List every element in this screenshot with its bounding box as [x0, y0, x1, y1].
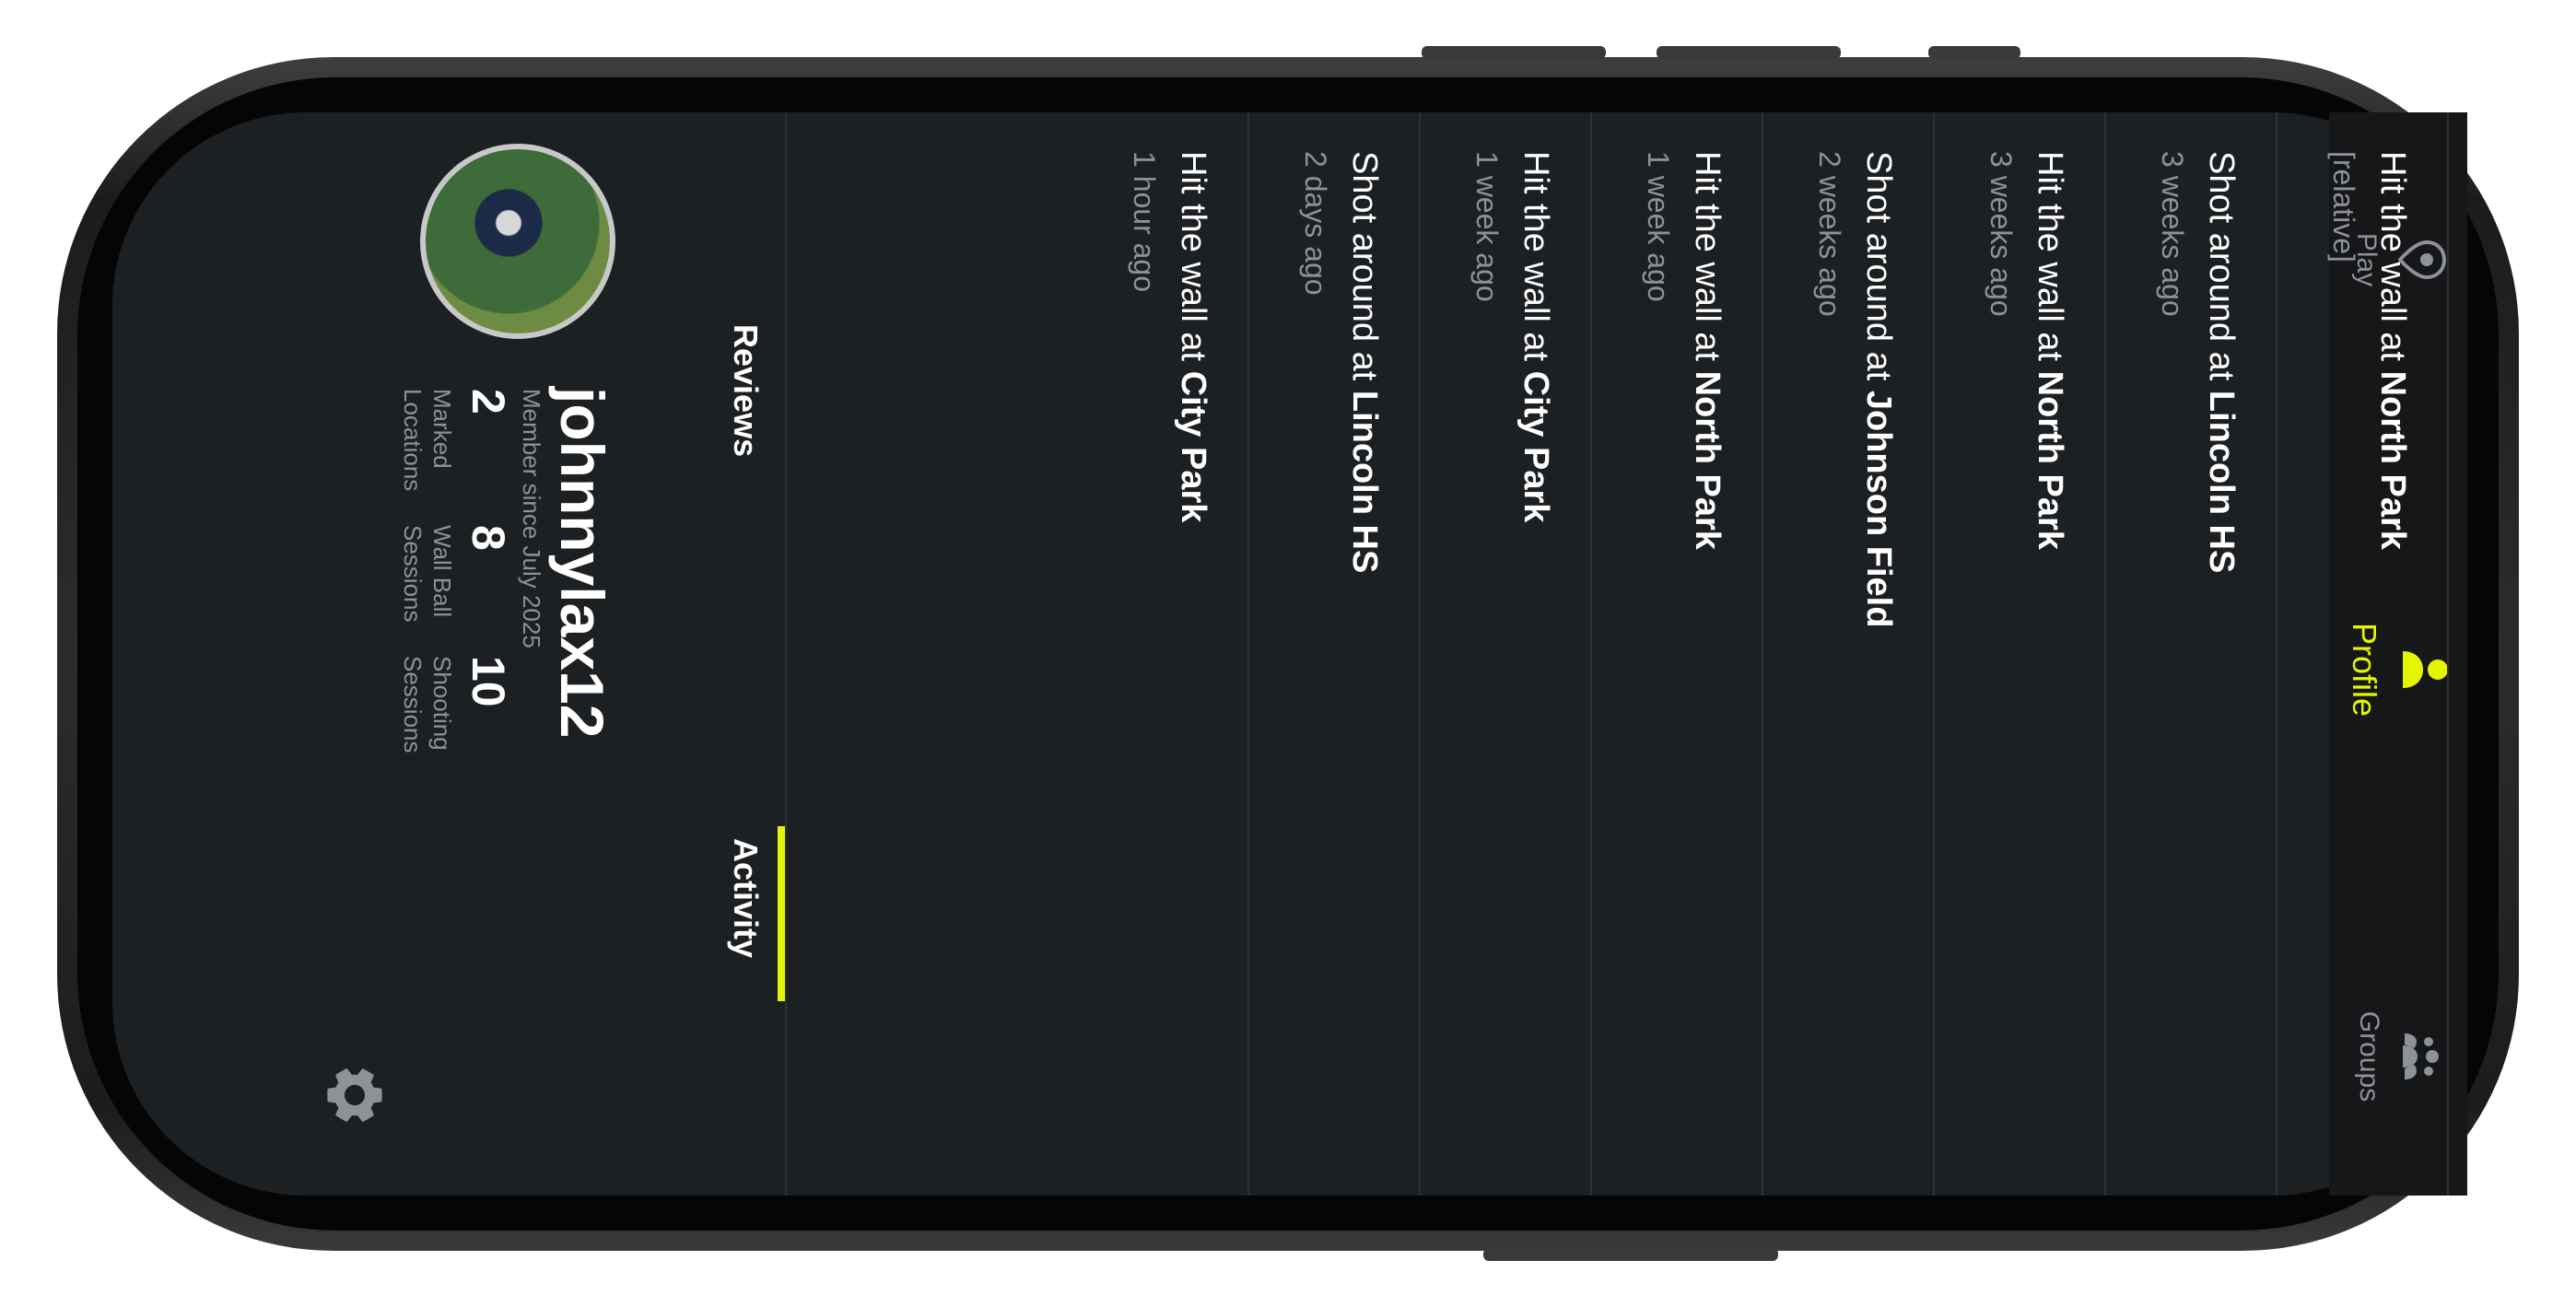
power-button: [1483, 1248, 1778, 1261]
profile-tabs: Activity Reviews: [700, 112, 787, 1196]
activity-time: 1 week ago: [1642, 151, 1675, 302]
action-button: [1928, 46, 2020, 59]
activity-title: Hit the wall at City Park: [1516, 151, 1555, 523]
profile-screen: Play Profile Groups Hit the wall at Nort…: [136, 112, 2467, 1196]
stat-marked-locations: 2 Marked Locations: [398, 389, 514, 518]
activity-title: Hit the wall at North Park: [2373, 151, 2412, 550]
volume-up-button: [1422, 46, 1606, 59]
activity-time: 3 weeks ago: [1985, 151, 2018, 317]
stat-value: 10: [463, 656, 514, 707]
stat-shooting-sessions: 10 Shooting Sessions: [398, 656, 514, 785]
list-item[interactable]: Hit the wall at City Park 1 week ago: [1419, 112, 1592, 1196]
activity-time: 1 week ago: [1470, 151, 1504, 302]
member-since: Member since July 2025: [518, 389, 545, 648]
list-item[interactable]: Shot around at Lincoln HS 3 weeks ago: [2104, 112, 2277, 1196]
tab-activity[interactable]: Activity: [726, 838, 765, 958]
stat-label: Marked Locations: [399, 389, 456, 492]
gear-icon[interactable]: [321, 1061, 389, 1129]
activity-time: 1 hour ago: [1128, 151, 1161, 293]
stat-wall-ball-sessions: 8 Wall Ball Sessions: [398, 525, 514, 654]
stat-value: 2: [463, 389, 514, 414]
list-item[interactable]: Shot around at Lincoln HS 2 days ago: [1247, 112, 1421, 1196]
stat-label: Shooting Sessions: [399, 656, 456, 753]
stat-value: 8: [463, 525, 514, 551]
avatar[interactable]: [420, 144, 615, 339]
activity-title: Shot around at Johnson Field: [1859, 151, 1898, 628]
activity-time: 2 days ago: [1299, 151, 1332, 296]
activity-title: Hit the wall at City Park: [1174, 151, 1212, 523]
username: johnnylax12: [548, 387, 616, 739]
list-item[interactable]: Shot around at Johnson Field 2 weeks ago: [1762, 112, 1935, 1196]
activity-time: 2 weeks ago: [1813, 151, 1846, 317]
list-item[interactable]: Hit the wall at North Park 3 weeks ago: [1933, 112, 2106, 1196]
active-tab-indicator: [778, 826, 785, 1001]
activity-title: Shot around at Lincoln HS: [1345, 151, 1384, 574]
activity-feed: Hit the wall at North Park [relative] Sh…: [781, 112, 2449, 1196]
profile-header: johnnylax12 Member since July 2025 2 Mar…: [136, 112, 702, 1196]
list-item[interactable]: Hit the wall at City Park 1 hour ago: [1076, 112, 1249, 1196]
activity-time: [relative]: [2327, 151, 2360, 263]
activity-title: Shot around at Lincoln HS: [2202, 151, 2241, 574]
activity-time: 3 weeks ago: [2156, 151, 2189, 317]
activity-title: Hit the wall at North Park: [2031, 151, 2069, 550]
volume-down-button: [1657, 46, 1841, 59]
tab-reviews[interactable]: Reviews: [726, 324, 765, 457]
list-item[interactable]: Hit the wall at North Park [relative]: [2276, 112, 2449, 1196]
stat-label: Wall Ball Sessions: [399, 525, 456, 623]
activity-title: Hit the wall at North Park: [1688, 151, 1727, 550]
list-item[interactable]: Hit the wall at North Park 1 week ago: [1590, 112, 1763, 1196]
